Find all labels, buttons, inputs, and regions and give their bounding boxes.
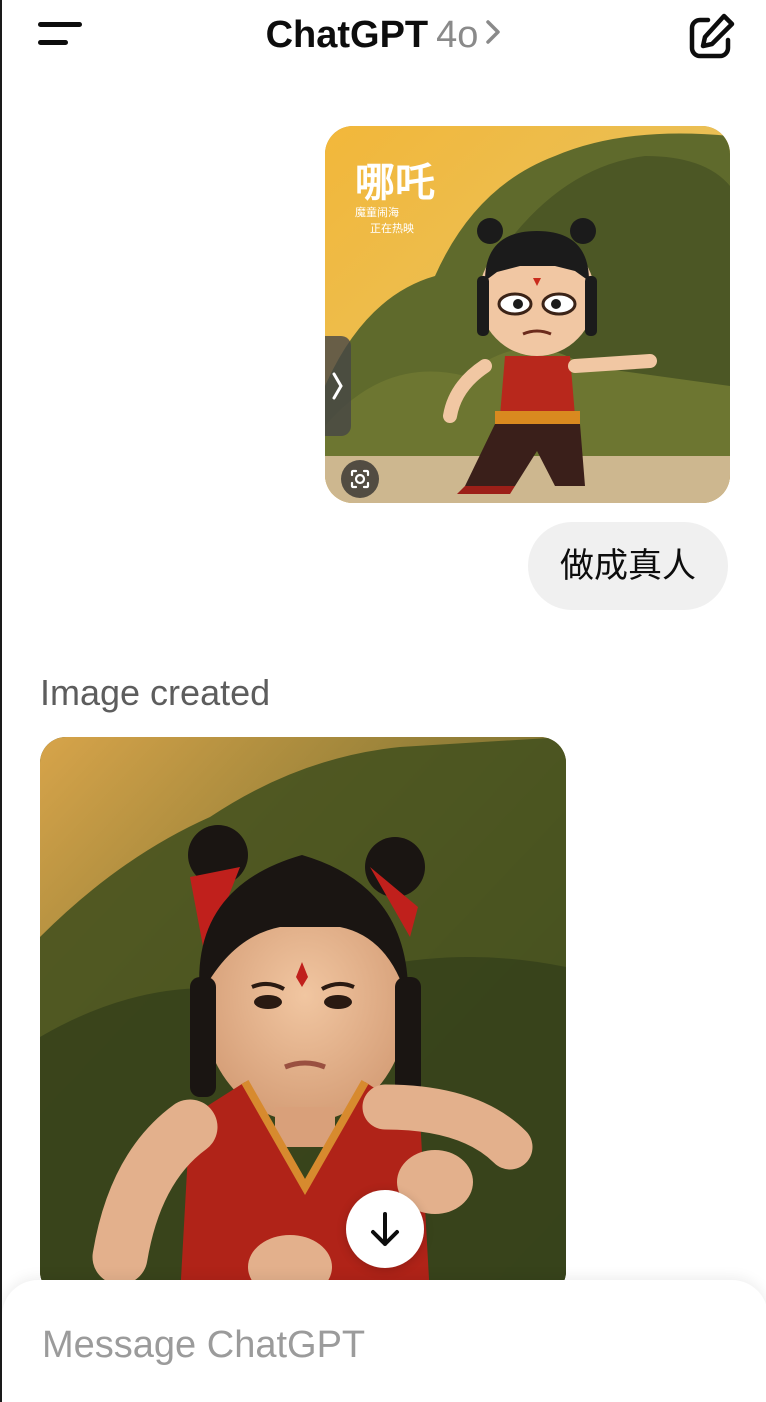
chevron-right-icon (484, 11, 502, 57)
top-bar: ChatGPT 4o (2, 0, 766, 72)
user-uploaded-image[interactable]: 哪吒 魔童闹海 正在热映 (325, 126, 730, 503)
generated-image[interactable] (40, 737, 566, 1297)
image-created-label: Image created (40, 672, 271, 713)
realistic-nezha-image (40, 737, 566, 1297)
visual-search-button[interactable] (341, 460, 379, 498)
user-message-bubble: 做成真人 (528, 522, 728, 610)
arrow-down-icon (371, 1212, 399, 1246)
model-name: 4o (436, 14, 479, 56)
composer (2, 1280, 766, 1402)
new-chat-icon (689, 13, 735, 59)
visual-search-icon (350, 469, 370, 489)
message-input[interactable] (42, 1322, 722, 1368)
chat-screen: ChatGPT 4o 哪吒 魔童闹海 正在热映 做成真人 Image creat… (0, 0, 766, 1402)
chevron-right-icon (332, 372, 343, 400)
svg-text:正在热映: 正在热映 (370, 222, 414, 235)
svg-text:魔童闹海: 魔童闹海 (355, 205, 399, 219)
app-title: ChatGPT (265, 14, 429, 56)
model-selector[interactable]: ChatGPT 4o (2, 12, 766, 58)
sidebar-tab[interactable] (325, 336, 351, 436)
svg-text:哪吒: 哪吒 (355, 159, 435, 206)
new-chat-button[interactable] (686, 12, 736, 62)
scroll-down-button[interactable] (346, 1190, 424, 1268)
cartoon-nezha-image: 哪吒 魔童闹海 正在热映 (325, 126, 730, 503)
